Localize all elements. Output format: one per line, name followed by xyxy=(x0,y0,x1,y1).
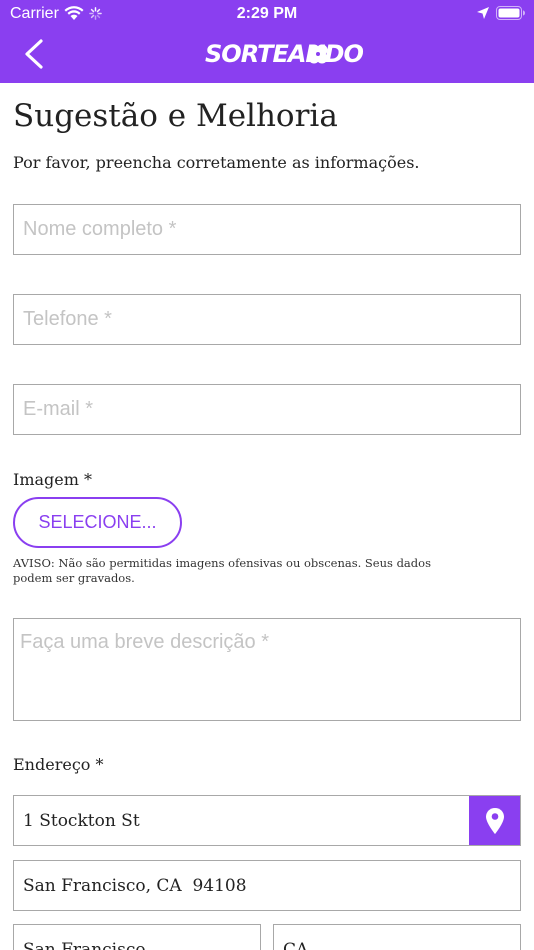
logo-text: SORTEANDO xyxy=(205,40,364,68)
city-field[interactable] xyxy=(13,924,261,950)
street-field[interactable] xyxy=(13,795,521,846)
street-input[interactable] xyxy=(14,796,520,845)
app-header: Carrier 2:29 PM SORTEANDO xyxy=(0,0,534,83)
select-image-button[interactable]: SELECIONE... xyxy=(13,497,182,548)
app-logo: SORTEANDO xyxy=(205,40,364,70)
page-subtitle: Por favor, preencha corretamente as info… xyxy=(13,153,420,172)
phone-input[interactable] xyxy=(14,295,520,344)
email-field[interactable] xyxy=(13,384,521,435)
clover-icon xyxy=(308,44,328,64)
email-input[interactable] xyxy=(14,385,520,434)
name-field[interactable] xyxy=(13,204,521,255)
city-zip-field[interactable] xyxy=(13,860,521,911)
city-zip-input[interactable] xyxy=(14,861,520,910)
phone-field[interactable] xyxy=(13,294,521,345)
battery-icon xyxy=(496,6,525,20)
chevron-left-icon[interactable] xyxy=(22,38,46,70)
city-input[interactable] xyxy=(14,925,260,950)
image-warning-text: AVISO: Não são permitidas imagens ofensi… xyxy=(13,556,431,585)
name-input[interactable] xyxy=(14,205,520,254)
image-label: Imagem * xyxy=(13,470,92,489)
description-field[interactable] xyxy=(13,618,521,721)
state-field[interactable] xyxy=(273,924,521,950)
location-arrow-icon xyxy=(477,7,489,19)
locate-button[interactable] xyxy=(469,796,520,845)
page-title: Sugestão e Melhoria xyxy=(13,98,338,134)
address-label: Endereço * xyxy=(13,755,104,774)
map-pin-icon xyxy=(485,807,504,834)
description-input[interactable] xyxy=(14,619,520,720)
status-bar: Carrier 2:29 PM xyxy=(0,0,534,28)
state-input[interactable] xyxy=(274,925,520,950)
status-time: 2:29 PM xyxy=(236,5,298,22)
